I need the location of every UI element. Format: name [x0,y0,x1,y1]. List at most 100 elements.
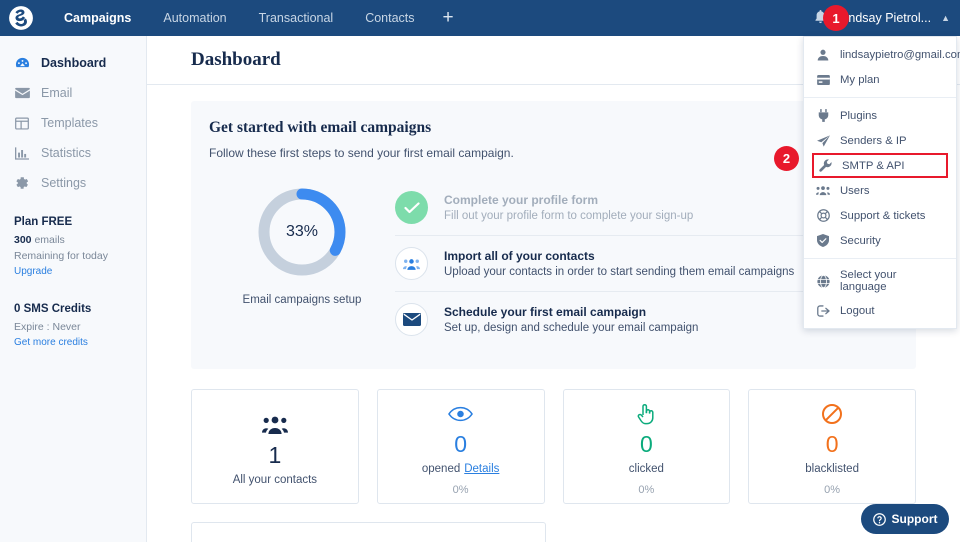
dropdown-item-security[interactable]: Security [804,228,956,253]
dropdown-item-account-email[interactable]: lindsaypietro@gmail.com [804,42,960,67]
dropdown-item-smtp-api[interactable]: SMTP & API [812,153,948,178]
caret-up-icon[interactable]: ▲ [941,13,950,23]
dropdown-separator-1 [804,97,956,98]
support-circle-icon [816,209,830,222]
envelope-icon [14,87,30,99]
step-title-profile: Complete your profile form [444,193,599,207]
shield-icon [816,234,830,247]
page-title: Dashboard [191,49,281,70]
dropdown-label-select-language: Select your language [840,269,897,293]
stat-card-blacklisted[interactable]: 0 blacklisted 0% [748,389,916,504]
sidebar-item-dashboard[interactable]: Dashboard [0,48,146,78]
users-icon [816,185,830,196]
user-dropdown-menu: lindsaypietro@gmail.com My plan Plugins … [803,36,960,329]
plan-info-block: Plan FREE 300 emails Remaining for today… [0,198,146,277]
check-icon [395,191,428,224]
sidebar-label-dashboard: Dashboard [41,56,107,70]
stat-label-opened-text: opened [421,463,461,475]
stat-value-blacklisted: 0 [825,431,839,457]
stat-card-opened[interactable]: 0 opened Details 0% [376,389,545,504]
logout-icon [816,304,830,317]
user-icon [816,49,830,61]
dropdown-label-security: Security [840,234,881,247]
sidebar-nav-list: Dashboard Email Templates Statistics Set… [0,36,146,198]
onboarding-step-contacts-text: Import all of your contacts Upload your … [444,249,794,278]
stat-label-opened: opened Details [422,463,500,475]
add-new-icon[interactable]: + [431,0,466,36]
onboarding-step-campaign-text: Schedule your first email campaign Set u… [444,305,698,334]
templates-icon [14,116,30,130]
dropdown-label-account-email: lindsaypietro@gmail.com [840,48,960,61]
support-button[interactable]: Support [861,504,949,534]
email-campaigns-panel: Email Campaigns [191,522,546,542]
contacts-group-icon [261,412,288,438]
wrench-icon [818,159,832,172]
sidebar: Dashboard Email Templates Statistics Set… [0,36,147,542]
globe-icon [816,274,830,288]
paper-plane-icon [816,134,830,147]
get-more-credits-link[interactable]: Get more credits [14,337,146,348]
step-title-campaign: Schedule your first email campaign [444,305,647,319]
progress-donut-wrapper: 33% Email campaigns setup [209,178,395,306]
sidebar-item-statistics[interactable]: Statistics [0,138,146,168]
sms-expire-line: Expire : Never [14,321,81,333]
sidebar-label-email: Email [41,86,73,100]
bar-chart-icon [14,146,30,160]
sidebar-label-statistics: Statistics [41,146,92,160]
top-nav-automation[interactable]: Automation [147,0,242,36]
upgrade-link[interactable]: Upgrade [14,266,146,277]
dropdown-item-plugins[interactable]: Plugins [804,103,956,128]
stat-value-clicked: 0 [639,431,653,457]
dropdown-item-senders-ip[interactable]: Senders & IP [804,128,956,153]
top-nav-contacts[interactable]: Contacts [349,0,430,36]
sidebar-item-settings[interactable]: Settings [0,168,146,198]
step-title-contacts: Import all of your contacts [444,249,595,263]
top-nav-transactional[interactable]: Transactional [243,0,350,36]
opened-details-link[interactable]: Details [464,463,499,475]
stat-label-clicked-text: clicked [628,463,664,475]
step-desc-contacts: Upload your contacts in order to start s… [444,266,795,278]
stat-card-clicked[interactable]: 0 clicked 0% [562,389,731,504]
progress-caption: Email campaigns setup [242,294,362,306]
sms-credits-block: 0 SMS Credits Expire : Never Get more cr… [0,277,146,348]
progress-donut-chart: 33% [254,184,350,280]
stat-value-contacts: 1 [268,441,282,468]
stat-percent-clicked: 0% [638,484,655,496]
user-menu-button[interactable]: Lindsay Pietrol... [839,11,931,25]
stat-percent-opened: 0% [452,484,469,496]
top-nav-items: Campaigns Automation Transactional Conta… [48,0,466,36]
top-nav-campaigns[interactable]: Campaigns [48,0,147,36]
dropdown-label-my-plan: My plan [840,73,880,86]
sidebar-label-settings: Settings [41,176,87,190]
click-hand-icon [636,401,656,427]
sms-credits-title: 0 SMS Credits [14,303,92,315]
plan-emails-line: 300 emails [14,234,146,246]
dropdown-label-logout: Logout [840,304,875,317]
dropdown-separator-2 [804,258,956,259]
dashboard-icon [14,56,30,71]
sidebar-item-email[interactable]: Email [0,78,146,108]
dropdown-item-users[interactable]: Users [804,178,956,203]
step-desc-profile: Fill out your profile form to complete y… [444,210,694,222]
stat-label-blacklisted-text: blacklisted [805,463,859,475]
dropdown-label-senders-ip: Senders & IP [840,134,907,147]
stat-label-clicked: clicked [629,463,664,475]
credit-card-icon [816,74,830,85]
eye-icon [448,401,474,427]
annotation-badge-2: 2 [774,146,799,171]
dropdown-label-users: Users [840,184,870,197]
sendinblue-logo-icon[interactable] [6,3,36,33]
sidebar-item-templates[interactable]: Templates [0,108,146,138]
dropdown-item-support-tickets[interactable]: Support & tickets [804,203,956,228]
stat-label-contacts: All your contacts [233,474,317,486]
dropdown-item-my-plan[interactable]: My plan [804,67,956,92]
plan-remaining-line: Remaining for today [14,250,108,262]
stat-percent-blacklisted: 0% [824,484,841,496]
blocked-icon [821,401,843,427]
stat-card-contacts[interactable]: 1 All your contacts [191,389,359,504]
annotation-badge-1: 1 [823,5,849,31]
stat-value-opened: 0 [454,431,468,457]
dropdown-item-select-language[interactable]: Select your language [804,264,956,298]
dropdown-item-logout[interactable]: Logout [804,298,956,323]
question-circle-icon [872,512,886,526]
